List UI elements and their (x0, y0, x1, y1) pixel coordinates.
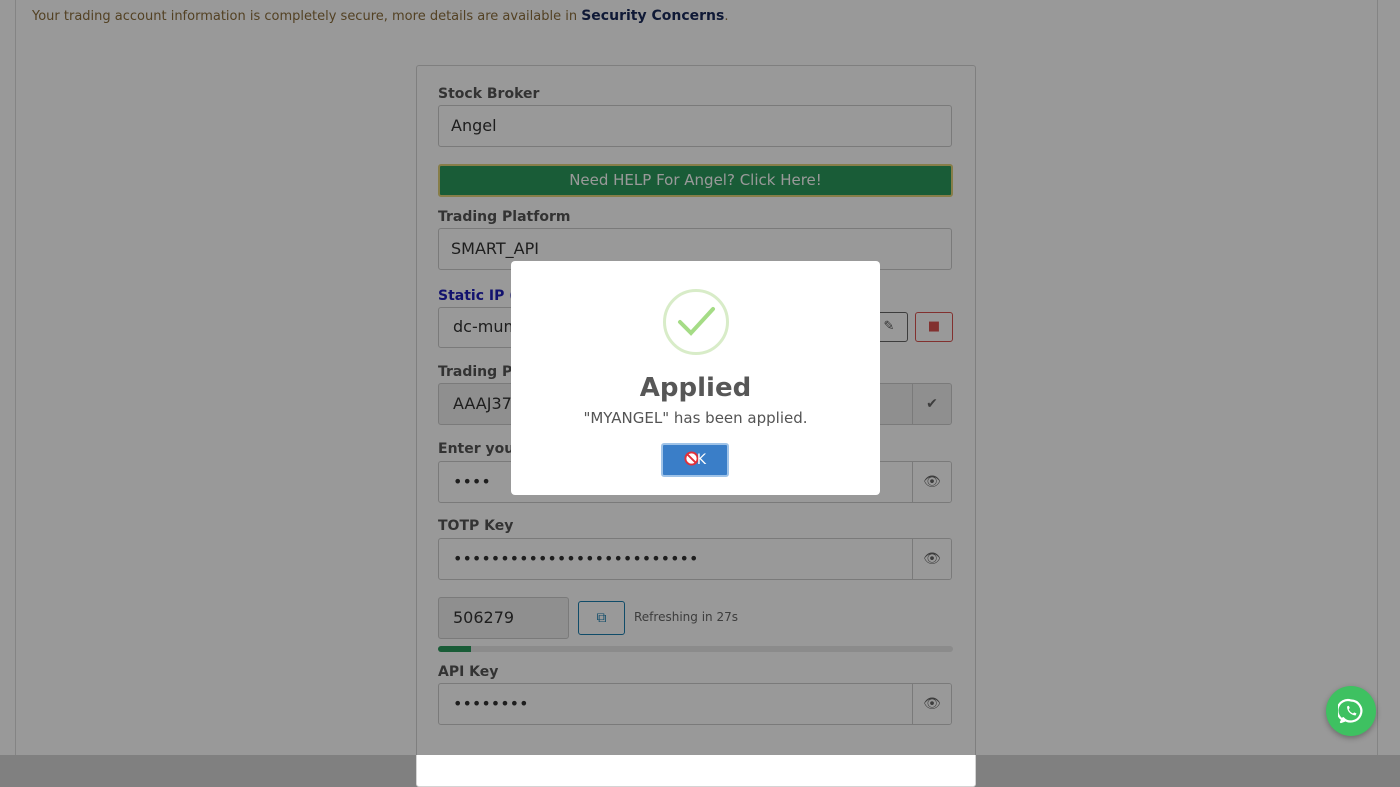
ok-button[interactable]: K (661, 443, 729, 477)
success-check-icon (663, 289, 729, 355)
whatsapp-chat-button[interactable] (1326, 686, 1376, 736)
ok-button-label: K (696, 452, 707, 468)
dialog-title: Applied (639, 373, 752, 403)
whatsapp-icon (1338, 698, 1363, 724)
dialog-message: "MYANGEL" has been applied. (583, 409, 808, 427)
success-dialog: Applied "MYANGEL" has been applied. K (511, 261, 880, 495)
